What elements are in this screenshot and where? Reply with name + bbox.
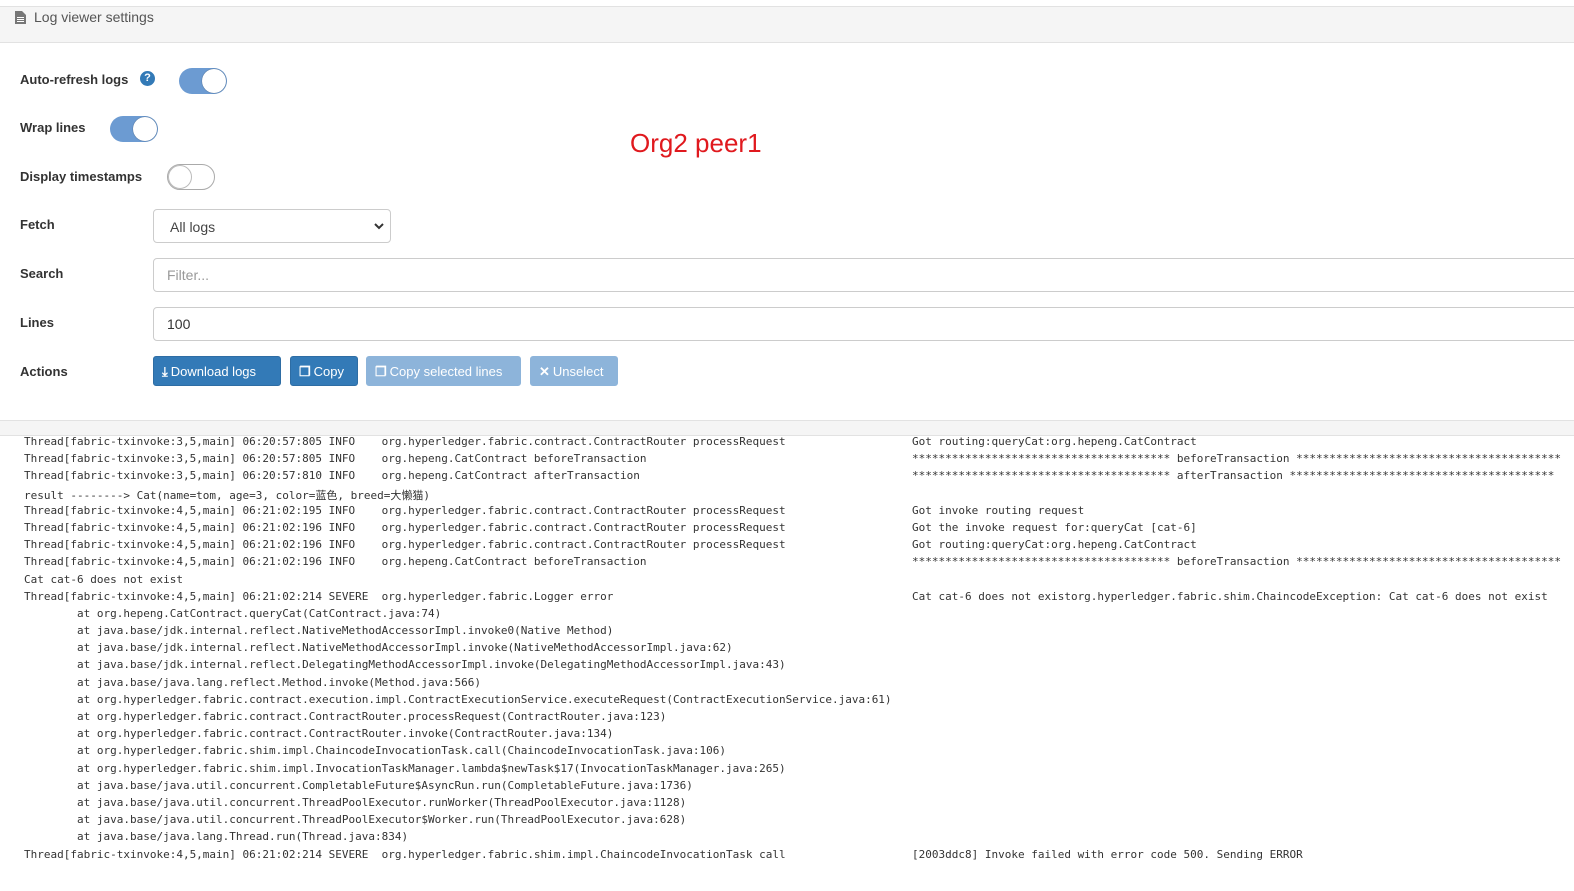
log-line[interactable]: at org.hyperledger.fabric.contract.Contr… [24, 727, 1569, 744]
annotation-label: Org2 peer1 [630, 128, 762, 158]
search-label: Search [20, 266, 64, 281]
log-line-text: Thread[fabric-txinvoke:4,5,main] 06:21:0… [24, 503, 786, 517]
file-icon [15, 11, 26, 24]
copy-label: Copy [313, 364, 345, 379]
log-output[interactable]: Thread[fabric-txinvoke:3,5,main] 06:20:5… [24, 435, 1569, 865]
search-placeholder: Filter... [167, 267, 210, 283]
download-logs-label: Download logs [170, 364, 257, 379]
chevron-down-icon [374, 223, 384, 230]
log-line[interactable]: Thread[fabric-txinvoke:4,5,main] 06:21:0… [24, 590, 1569, 607]
log-line[interactable]: result --------> Cat(name=tom, age=3, co… [24, 487, 1569, 504]
log-line-text: at org.hyperledger.fabric.shim.impl.Chai… [24, 744, 726, 758]
log-line-text: Thread[fabric-txinvoke:4,5,main] 06:21:0… [24, 520, 786, 534]
log-line[interactable]: Thread[fabric-txinvoke:3,5,main] 06:20:5… [24, 469, 1569, 486]
log-line-text: result --------> Cat(name=tom, age=3, co… [24, 488, 430, 502]
log-line[interactable]: at org.hyperledger.fabric.shim.impl.Invo… [24, 762, 1569, 779]
fetch-select-value: All logs [170, 219, 216, 235]
log-line-text: at org.hyperledger.fabric.contract.execu… [24, 692, 892, 706]
help-icon[interactable]: ? [140, 71, 155, 86]
actions-label: Actions [20, 364, 68, 379]
fetch-label: Fetch [20, 217, 55, 232]
log-line-text: at org.hyperledger.fabric.contract.Contr… [24, 727, 614, 741]
log-line[interactable]: at java.base/java.lang.reflect.Method.in… [24, 676, 1569, 693]
log-line[interactable]: Thread[fabric-txinvoke:4,5,main] 06:21:0… [24, 555, 1569, 572]
panel-header: Log viewer settings [0, 6, 1574, 43]
auto-refresh-toggle[interactable] [179, 68, 227, 94]
log-line-text: Thread[fabric-txinvoke:4,5,main] 06:21:0… [24, 538, 786, 552]
unselect-button[interactable]: ✕ Unselect [530, 356, 618, 386]
log-line[interactable]: Cat cat-6 does not exist [24, 573, 1569, 590]
log-line-text: Thread[fabric-txinvoke:3,5,main] 06:20:5… [24, 469, 640, 483]
display-timestamps-label: Display timestamps [20, 169, 143, 184]
log-line-text: Thread[fabric-txinvoke:4,5,main] 06:21:0… [24, 847, 786, 861]
log-line-text: at java.base/jdk.internal.reflect.Native… [24, 624, 614, 638]
fetch-select[interactable]: All logs [153, 209, 391, 243]
log-line-text: at java.base/jdk.internal.reflect.Delega… [24, 658, 786, 672]
lines-input[interactable]: 100 [153, 307, 1574, 341]
log-line[interactable]: at java.base/jdk.internal.reflect.Delega… [24, 658, 1569, 675]
log-line-text: Thread[fabric-txinvoke:4,5,main] 06:21:0… [24, 555, 647, 569]
log-line-message: Cat cat-6 does not existorg.hyperledger.… [912, 589, 1548, 603]
download-icon: ⤓ [162, 364, 168, 379]
log-line[interactable]: Thread[fabric-txinvoke:4,5,main] 06:21:0… [24, 538, 1569, 555]
log-line-text: at org.hepeng.CatContract.queryCat(CatCo… [24, 606, 442, 620]
unselect-label: Unselect [552, 364, 604, 379]
copy-selected-lines-label: Copy selected lines [389, 364, 503, 379]
auto-refresh-label: Auto-refresh logs [20, 72, 129, 87]
log-line-message: Got routing:queryCat:org.hepeng.CatContr… [912, 435, 1197, 448]
log-line[interactable]: at java.base/java.util.concurrent.Comple… [24, 779, 1569, 796]
log-line-text: at java.base/java.lang.reflect.Method.in… [24, 675, 481, 689]
log-line-message: *************************************** … [912, 469, 1555, 483]
wrap-lines-toggle[interactable] [110, 116, 158, 142]
log-line-text: at java.base/java.util.concurrent.Comple… [24, 778, 693, 792]
log-line[interactable]: Thread[fabric-txinvoke:4,5,main] 06:21:0… [24, 848, 1569, 865]
copy-icon: ❐ [299, 364, 311, 379]
toggle-knob [168, 165, 192, 189]
log-line-text: Thread[fabric-txinvoke:4,5,main] 06:21:0… [24, 589, 614, 603]
copy-button[interactable]: ❐ Copy [290, 356, 358, 386]
log-line[interactable]: at org.hepeng.CatContract.queryCat(CatCo… [24, 607, 1569, 624]
copy-selected-lines-button[interactable]: ❐ Copy selected lines [366, 356, 521, 386]
wrap-lines-label: Wrap lines [20, 120, 86, 135]
log-line[interactable]: at java.base/jdk.internal.reflect.Native… [24, 624, 1569, 641]
toggle-knob [202, 69, 226, 93]
log-line-text: Thread[fabric-txinvoke:3,5,main] 06:20:5… [24, 435, 786, 448]
log-line[interactable]: at org.hyperledger.fabric.contract.execu… [24, 693, 1569, 710]
toggle-knob [133, 117, 157, 141]
divider [0, 420, 1574, 436]
log-line-message: [2003ddc8] Invoke failed with error code… [912, 847, 1303, 861]
log-line[interactable]: Thread[fabric-txinvoke:4,5,main] 06:21:0… [24, 504, 1569, 521]
log-line-message: *************************************** … [912, 555, 1562, 569]
log-line[interactable]: Thread[fabric-txinvoke:3,5,main] 06:20:5… [24, 435, 1569, 452]
log-line-text: at java.base/jdk.internal.reflect.Native… [24, 641, 733, 655]
log-line-text: Thread[fabric-txinvoke:3,5,main] 06:20:5… [24, 452, 647, 466]
log-line-message: Got invoke routing request [912, 503, 1085, 517]
close-icon: ✕ [539, 364, 550, 379]
panel-title: Log viewer settings [34, 9, 154, 25]
log-line[interactable]: at org.hyperledger.fabric.shim.impl.Chai… [24, 744, 1569, 761]
log-line-text: at java.base/java.util.concurrent.Thread… [24, 795, 687, 809]
log-line-text: at java.base/java.util.concurrent.Thread… [24, 813, 687, 827]
lines-label: Lines [20, 315, 54, 330]
log-line-message: Got the invoke request for:queryCat [cat… [912, 520, 1197, 534]
download-logs-button[interactable]: ⤓ Download logs [153, 356, 281, 386]
display-timestamps-toggle[interactable] [167, 164, 215, 190]
log-line[interactable]: at java.base/java.util.concurrent.Thread… [24, 813, 1569, 830]
lines-value: 100 [167, 316, 191, 332]
search-input[interactable]: Filter... [153, 258, 1574, 292]
copy-icon: ❐ [375, 364, 387, 379]
log-line[interactable]: Thread[fabric-txinvoke:4,5,main] 06:21:0… [24, 521, 1569, 538]
log-line-message: *************************************** … [912, 452, 1562, 466]
log-line[interactable]: Thread[fabric-txinvoke:3,5,main] 06:20:5… [24, 452, 1569, 469]
log-line-text: at org.hyperledger.fabric.shim.impl.Invo… [24, 761, 786, 775]
log-line[interactable]: at java.base/java.lang.Thread.run(Thread… [24, 830, 1569, 847]
log-line[interactable]: at org.hyperledger.fabric.contract.Contr… [24, 710, 1569, 727]
log-line-text: at java.base/java.lang.Thread.run(Thread… [24, 830, 409, 844]
log-line-text: Cat cat-6 does not exist [24, 572, 183, 586]
log-line[interactable]: at java.base/jdk.internal.reflect.Native… [24, 641, 1569, 658]
log-line[interactable]: at java.base/java.util.concurrent.Thread… [24, 796, 1569, 813]
log-line-text: at org.hyperledger.fabric.contract.Contr… [24, 710, 667, 723]
log-line-message: Got routing:queryCat:org.hepeng.CatContr… [912, 538, 1197, 552]
